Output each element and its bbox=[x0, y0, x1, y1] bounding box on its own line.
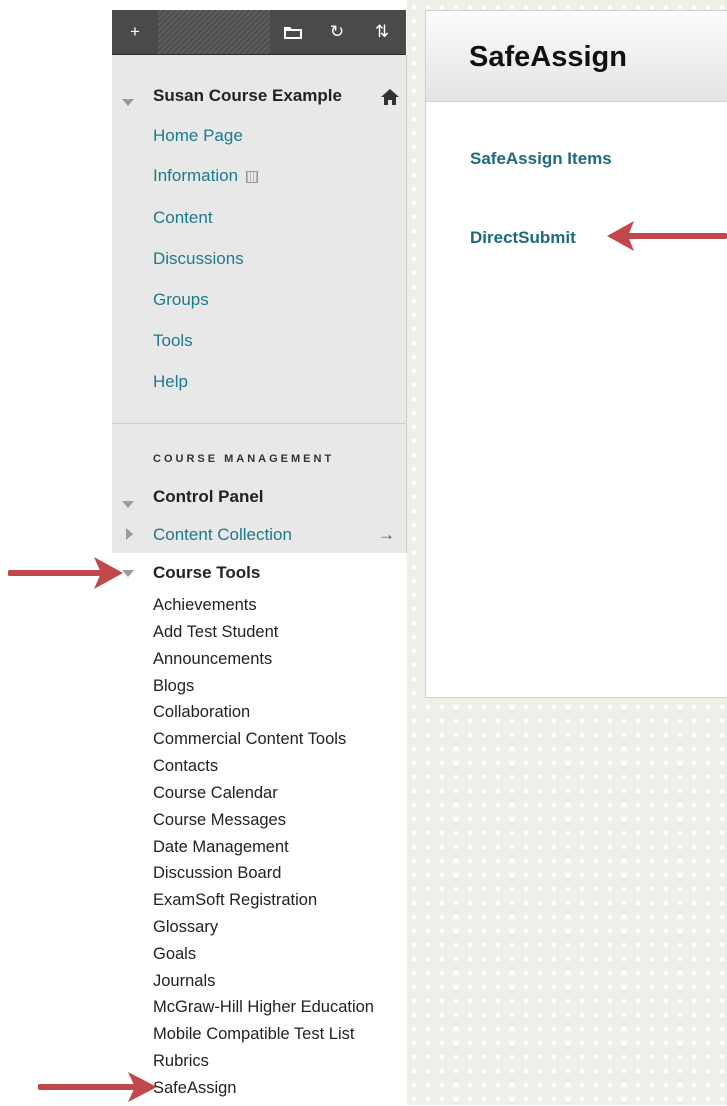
collapse-triangle-icon[interactable] bbox=[122, 99, 134, 106]
tool-item[interactable]: Glossary bbox=[153, 918, 218, 937]
tool-item[interactable]: Course Messages bbox=[153, 811, 286, 830]
page-title: SafeAssign bbox=[469, 41, 627, 73]
reorder-button[interactable]: ⇅ bbox=[358, 10, 406, 54]
control-panel-heading[interactable]: Control Panel bbox=[153, 487, 264, 507]
arrow-pointer-icon bbox=[8, 557, 123, 589]
nav-information-label: Information bbox=[153, 166, 239, 185]
refresh-icon: ↻ bbox=[329, 22, 345, 41]
plus-icon: + bbox=[130, 22, 140, 41]
tool-item[interactable]: Date Management bbox=[153, 838, 289, 857]
nav-help[interactable]: Help bbox=[153, 372, 188, 392]
tool-item[interactable]: ExamSoft Registration bbox=[153, 891, 317, 910]
divider bbox=[112, 423, 406, 424]
course-management-label: COURSE MANAGEMENT bbox=[153, 453, 335, 465]
tool-item[interactable]: Collaboration bbox=[153, 703, 250, 722]
nav-content[interactable]: Content bbox=[153, 208, 213, 228]
folder-icon bbox=[284, 27, 302, 39]
nav-tools[interactable]: Tools bbox=[153, 331, 193, 351]
sort-icon: ⇅ bbox=[374, 22, 390, 41]
add-menu-item-button[interactable]: + bbox=[112, 10, 158, 54]
refresh-button[interactable]: ↻ bbox=[316, 10, 358, 54]
tool-item-safeassign[interactable]: SafeAssign bbox=[153, 1079, 236, 1098]
course-title[interactable]: Susan Course Example bbox=[153, 86, 342, 106]
tool-item[interactable]: Journals bbox=[153, 972, 215, 991]
grid-icon bbox=[245, 170, 258, 183]
directsubmit-link[interactable]: DirectSubmit bbox=[470, 228, 576, 248]
tool-item[interactable]: Achievements bbox=[153, 596, 257, 615]
tool-item[interactable]: Mobile Compatible Test List bbox=[153, 1025, 354, 1044]
tool-item[interactable]: Announcements bbox=[153, 650, 272, 669]
tool-item[interactable]: Add Test Student bbox=[153, 623, 278, 642]
collapse-triangle-icon[interactable] bbox=[122, 501, 134, 508]
tool-item[interactable]: McGraw-Hill Higher Education bbox=[153, 998, 374, 1017]
content-collection-link[interactable]: Content Collection bbox=[153, 525, 292, 545]
course-menu: + ↻ ⇅ Susan Course Example Home Page Inf… bbox=[112, 10, 407, 1105]
folder-view-button[interactable] bbox=[270, 10, 316, 54]
home-icon[interactable] bbox=[380, 88, 400, 106]
arrow-pointer-icon bbox=[38, 1072, 157, 1102]
tool-item[interactable]: Commercial Content Tools bbox=[153, 730, 346, 749]
course-tools-heading[interactable]: Course Tools bbox=[153, 563, 260, 583]
menu-toolbar: + ↻ ⇅ bbox=[112, 10, 406, 55]
nav-information[interactable]: Information bbox=[153, 166, 258, 186]
safeassign-items-link[interactable]: SafeAssign Items bbox=[470, 149, 612, 169]
content-card: SafeAssign SafeAssign Items DirectSubmit bbox=[425, 10, 727, 698]
tool-item[interactable]: Contacts bbox=[153, 757, 218, 776]
toolbar-spacer bbox=[158, 10, 270, 54]
tool-item[interactable]: Rubrics bbox=[153, 1052, 209, 1071]
arrow-right-icon[interactable]: → bbox=[378, 525, 395, 545]
nav-home-page[interactable]: Home Page bbox=[153, 126, 243, 146]
arrow-pointer-icon bbox=[607, 221, 727, 251]
tool-item[interactable]: Blogs bbox=[153, 677, 194, 696]
expand-triangle-icon[interactable] bbox=[126, 528, 133, 540]
tool-item[interactable]: Goals bbox=[153, 945, 196, 964]
page-header: SafeAssign bbox=[426, 11, 727, 102]
nav-discussions[interactable]: Discussions bbox=[153, 249, 244, 269]
tool-item[interactable]: Discussion Board bbox=[153, 864, 281, 883]
course-navigation: Susan Course Example Home Page Informati… bbox=[112, 55, 407, 553]
tool-item[interactable]: Course Calendar bbox=[153, 784, 278, 803]
nav-groups[interactable]: Groups bbox=[153, 290, 209, 310]
